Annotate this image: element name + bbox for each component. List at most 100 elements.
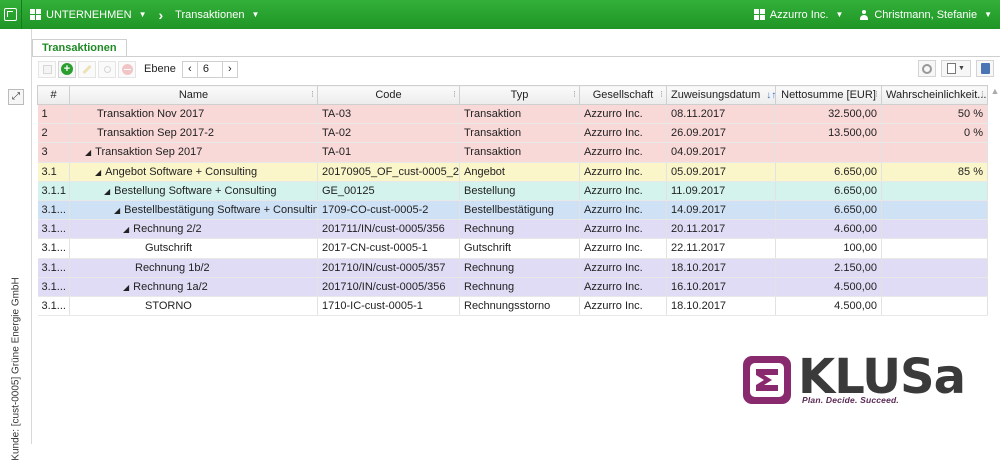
table-row[interactable]: 1 Transaktion Nov 2017 TA-03 Transaktion… — [37, 104, 988, 125]
cell-code: 20170905_OF_cust-0005_262 — [317, 162, 460, 182]
cell-company: Azzurro Inc. — [579, 296, 667, 317]
cell-type: Bestellbestätigung — [459, 200, 580, 221]
export-button[interactable]: ▼ — [941, 60, 971, 77]
transactions-menu-label: Transaktionen — [175, 8, 245, 21]
save-icon — [42, 64, 52, 74]
cell-probability — [881, 142, 988, 163]
search-icon — [103, 65, 111, 73]
chevron-right-icon[interactable]: › — [223, 62, 237, 77]
cell-date: 20.11.2017 — [666, 219, 776, 240]
grid-icon — [30, 9, 41, 20]
table-row[interactable]: 3 ◢ Transaktion Sep 2017 TA-01 Transaktio… — [37, 142, 988, 163]
cell-code: 201710/IN/cust-0005/357 — [317, 258, 460, 278]
cell-net-total: 4.500,00 — [775, 296, 882, 317]
column-header-assignment-date[interactable]: Zuweisungsdatum ↓↑ — [666, 85, 776, 105]
save-button[interactable] — [38, 60, 56, 78]
cell-probability: 50 % — [881, 104, 988, 125]
cell-name: Gutschrift — [69, 238, 318, 259]
row-name-text: Bestellbestätigung Software + Consulting — [124, 204, 318, 217]
left-sidebar: ⤢ Kunde: [cust-0005] Grüne Energie GmbH — [0, 29, 32, 461]
table-row[interactable]: 3.1... Gutschrift 2017-CN-cust-0005-1 Gu… — [37, 238, 988, 259]
cell-type: Rechnung — [459, 258, 580, 278]
cell-number: 3 — [37, 142, 70, 163]
cell-name: STORNO — [69, 296, 318, 317]
grid-icon — [753, 9, 765, 20]
column-menu-icon[interactable]: ⁝ — [453, 89, 456, 100]
add-button[interactable]: + — [58, 60, 76, 78]
level-stepper[interactable]: ‹ 6 › — [181, 60, 238, 78]
cell-date: 14.09.2017 — [666, 200, 776, 221]
sort-descending-icon[interactable]: ↓↑ — [766, 90, 774, 101]
caret-down-icon: ▼ — [958, 65, 965, 72]
delete-button[interactable] — [118, 60, 136, 78]
home-button[interactable] — [0, 0, 22, 29]
table-row[interactable]: 3.1 ◢ Angebot Software + Consulting 20170… — [37, 162, 988, 182]
column-menu-icon[interactable]: ⁝ — [875, 89, 878, 100]
column-menu-icon[interactable]: ⁝ — [660, 89, 663, 100]
cell-number: 3.1... — [37, 296, 70, 317]
tab-transactions[interactable]: Transaktionen — [32, 39, 127, 57]
search-button[interactable] — [98, 60, 116, 78]
scroll-up-icon[interactable]: ▲ — [990, 86, 1000, 102]
column-header-label: Wahrscheinlichkeit... — [886, 89, 987, 101]
company-menu[interactable]: UNTERNEHMEN ▼ — [22, 0, 154, 29]
table-row[interactable]: 3.1... STORNO 1710-IC-cust-0005-1 Rechnu… — [37, 296, 988, 317]
collapse-triangle-icon[interactable]: ◢ — [95, 168, 101, 177]
user-menu[interactable]: Christmann, Stefanie ▼ — [851, 0, 1000, 29]
pencil-icon — [82, 64, 92, 74]
cell-company: Azzurro Inc. — [579, 277, 667, 297]
expand-icon[interactable]: ⤢ — [8, 89, 24, 105]
cell-company: Azzurro Inc. — [579, 181, 667, 201]
cell-probability: 85 % — [881, 162, 988, 182]
document-icon — [947, 63, 957, 74]
chevron-left-icon[interactable]: ‹ — [183, 62, 197, 77]
cell-type: Angebot — [459, 162, 580, 182]
company-menu-label: UNTERNEHMEN — [46, 8, 132, 21]
column-header-code[interactable]: Code ⁝ — [317, 85, 460, 105]
organization-menu[interactable]: Azzurro Inc. ▼ — [746, 0, 852, 29]
collapse-triangle-icon[interactable]: ◢ — [123, 283, 129, 292]
column-menu-icon[interactable]: ⁝ — [981, 89, 984, 100]
collapse-triangle-icon[interactable]: ◢ — [85, 148, 91, 157]
book-icon — [980, 63, 990, 74]
cell-name: ◢ Transaktion Sep 2017 — [69, 142, 318, 163]
column-menu-icon[interactable]: ⁝ — [311, 89, 314, 100]
column-header-net-total[interactable]: Nettosumme [EUR] ⁝ — [775, 85, 882, 105]
row-name-text: Bestellung Software + Consulting — [114, 184, 277, 197]
cell-net-total: 6.650,00 — [775, 162, 882, 182]
help-button[interactable] — [976, 60, 994, 77]
table-row[interactable]: 3.1... ◢ Rechnung 1a/2 201710/IN/cust-000… — [37, 277, 988, 297]
transactions-menu[interactable]: Transaktionen ▼ — [167, 0, 267, 29]
table-row[interactable]: 3.1... ◢ Rechnung 2/2 201711/IN/cust-0005… — [37, 219, 988, 240]
cell-probability — [881, 258, 988, 278]
column-menu-icon[interactable]: ⁝ — [573, 89, 576, 100]
table-row[interactable]: 2 Transaktion Sep 2017-2 TA-02 Transakti… — [37, 123, 988, 144]
settings-button[interactable] — [918, 60, 936, 77]
level-value[interactable]: 6 — [196, 61, 223, 77]
column-header-company[interactable]: Gesellschaft ⁝ — [579, 85, 667, 105]
cell-number: 3.1 — [37, 162, 70, 182]
cell-name: ◢ Rechnung 1a/2 — [69, 277, 318, 297]
edit-button[interactable] — [78, 60, 96, 78]
collapse-triangle-icon[interactable]: ◢ — [114, 206, 120, 215]
column-header-number[interactable]: # — [37, 85, 70, 105]
table-header: # Name ⁝ Code ⁝ Typ ⁝ Gesellschaft ⁝ Zuweisu… — [37, 85, 988, 105]
cell-date: 18.10.2017 — [666, 258, 776, 278]
row-name-text: Rechnung 1a/2 — [133, 280, 208, 293]
column-header-name[interactable]: Name ⁝ — [69, 85, 318, 105]
column-header-type[interactable]: Typ ⁝ — [459, 85, 580, 105]
toolbar-right: ▼ — [918, 60, 994, 77]
table-row[interactable]: 3.1... Rechnung 1b/2 201710/IN/cust-0005… — [37, 258, 988, 278]
column-header-label: Gesellschaft — [592, 89, 654, 101]
cell-code: GE_00125 — [317, 181, 460, 201]
grid-toolbar: + Ebene ‹ 6 › — [38, 60, 238, 78]
customer-context-label[interactable]: Kunde: [cust-0005] Grüne Energie GmbH — [11, 277, 22, 460]
column-header-probability[interactable]: Wahrscheinlichkeit... ⁝ — [881, 85, 988, 105]
table-row[interactable]: 3.1... ◢ Bestellbestätigung Software + Co… — [37, 200, 988, 221]
cell-company: Azzurro Inc. — [579, 142, 667, 163]
table-row[interactable]: 3.1.1 ◢ Bestellung Software + Consulting … — [37, 181, 988, 201]
collapse-triangle-icon[interactable]: ◢ — [123, 225, 129, 234]
cell-company: Azzurro Inc. — [579, 200, 667, 221]
collapse-triangle-icon[interactable]: ◢ — [104, 187, 110, 196]
cell-probability — [881, 200, 988, 221]
